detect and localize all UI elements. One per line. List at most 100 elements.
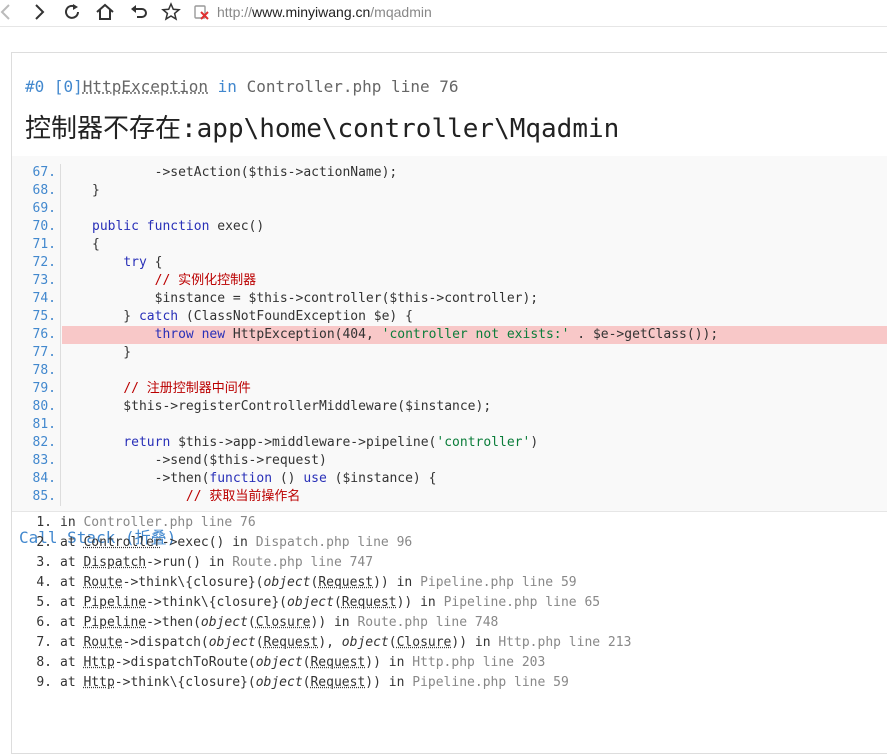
code-text: ->setAction($this->actionName); <box>62 164 887 182</box>
browser-toolbar: http://www.minyiwang.cn/mqadmin <box>0 0 887 27</box>
exception-type[interactable]: HttpException <box>83 77 208 96</box>
back-icon[interactable] <box>0 2 16 22</box>
call-stack-item: 2. at Controller->exec() in Dispatch.php … <box>20 533 631 553</box>
url-path: /mqadmin <box>370 4 431 20</box>
stack-class-name[interactable]: Closure <box>397 635 452 650</box>
code-text: try { <box>62 254 887 272</box>
code-line: 67. ->setAction($this->actionName); <box>12 164 887 182</box>
line-number: 85. <box>12 488 56 506</box>
stack-fragment: at <box>60 555 83 570</box>
stack-class-name[interactable]: Pipeline <box>83 595 146 610</box>
reload-icon[interactable] <box>62 2 82 22</box>
stack-class-name[interactable]: Request <box>264 635 319 650</box>
stack-class-name[interactable]: Dispatch <box>83 555 146 570</box>
line-number: 80. <box>12 398 56 416</box>
line-number: 81. <box>12 416 56 434</box>
code-text <box>62 416 887 434</box>
code-line: 73. // 实例化控制器 <box>12 272 887 290</box>
code-keyword: catch <box>139 309 178 324</box>
stack-fragment: )) in <box>365 675 412 690</box>
call-stack-number: 2. <box>20 533 52 553</box>
undo-icon[interactable] <box>129 2 149 22</box>
stack-file-location: Route.php line 747 <box>232 555 373 570</box>
stack-fragment: at <box>60 675 83 690</box>
security-warning-icon[interactable] <box>193 4 209 20</box>
call-stack-text: at Http->think\{closure}(object(Request)… <box>60 675 569 690</box>
code-text: // 实例化控制器 <box>62 272 887 290</box>
stack-class-name[interactable]: Pipeline <box>83 615 146 630</box>
code-line: 79. // 注册控制器中间件 <box>12 380 887 398</box>
stack-class-name[interactable]: Request <box>342 595 397 610</box>
call-stack-number: 9. <box>20 673 52 693</box>
call-stack-number: 8. <box>20 653 52 673</box>
line-number: 71. <box>12 236 56 254</box>
code-text <box>62 362 887 380</box>
call-stack-text: at Pipeline->think\{closure}(object(Requ… <box>60 595 600 610</box>
call-stack-number: 6. <box>20 613 52 633</box>
stack-file-location: Http.php line 213 <box>498 635 631 650</box>
code-line: 82. return $this->app->middleware->pipel… <box>12 434 887 452</box>
stack-fragment: )) in <box>365 655 412 670</box>
stack-arg-type: object <box>201 615 248 630</box>
code-keyword: new <box>202 327 225 342</box>
stack-class-name[interactable]: Http <box>83 655 114 670</box>
stack-class-name[interactable]: Route <box>83 635 122 650</box>
exception-file: Controller.php <box>247 77 382 96</box>
stack-file-location: Pipeline.php line 59 <box>420 575 577 590</box>
code-text: public function exec() <box>62 218 887 236</box>
stack-class-name[interactable]: Request <box>310 675 365 690</box>
stack-file-location: Dispatch.php line 96 <box>256 535 413 550</box>
stack-class-name[interactable]: Closure <box>256 615 311 630</box>
code-text: } catch (ClassNotFoundException $e) { <box>62 308 887 326</box>
code-text: throw new HttpException(404, 'controller… <box>62 326 887 344</box>
stack-fragment: ->think\{closure}( <box>146 595 287 610</box>
stack-fragment: ->think\{closure}( <box>115 675 256 690</box>
code-lines: 67. ->setAction($this->actionName); 68.} 6… <box>12 164 887 506</box>
code-comment: // 实例化控制器 <box>155 273 256 288</box>
address-bar[interactable]: http://www.minyiwang.cn/mqadmin <box>217 3 432 21</box>
call-stack-text: at Http->dispatchToRoute(object(Request)… <box>60 655 545 670</box>
stack-fragment: at <box>60 575 83 590</box>
call-stack-item: 4. at Route->think\{closure}(object(Reque… <box>20 573 631 593</box>
stack-class-name[interactable]: Request <box>318 575 373 590</box>
url-host: www.minyiwang.cn <box>252 4 370 20</box>
exception-header: #0 [0]HttpException in Controller.php li… <box>12 53 887 157</box>
stack-fragment: ->think\{closure}( <box>123 575 264 590</box>
line-number: 83. <box>12 452 56 470</box>
code-string: 'controller not exists:' <box>382 327 570 342</box>
forward-icon[interactable] <box>29 2 49 22</box>
home-icon[interactable] <box>95 2 115 22</box>
stack-class-name[interactable]: Http <box>83 675 114 690</box>
stack-file-location: Pipeline.php line 65 <box>444 595 601 610</box>
stack-fragment: at <box>60 635 83 650</box>
exception-in: in <box>208 77 247 96</box>
stack-arg-type: object <box>256 655 303 670</box>
stack-class-name[interactable]: Route <box>83 575 122 590</box>
stack-class-name[interactable]: Controller <box>83 535 161 550</box>
stack-fragment: ->dispatch( <box>123 635 209 650</box>
code-line: 72. try { <box>12 254 887 272</box>
stack-class-name[interactable]: Request <box>310 655 365 670</box>
exception-line: line 76 <box>381 77 458 96</box>
line-number: 68. <box>12 182 56 200</box>
code-line: 68.} <box>12 182 887 200</box>
call-stack-number: 4. <box>20 573 52 593</box>
line-number: 74. <box>12 290 56 308</box>
code-comment: // 获取当前操作名 <box>186 489 300 504</box>
code-text: } <box>62 182 887 200</box>
stack-fragment: ), <box>318 635 341 650</box>
stack-file-location: Http.php line 203 <box>412 655 545 670</box>
call-stack-text: at Route->dispatch(object(Request), obje… <box>60 635 631 650</box>
stack-fragment: at <box>60 535 83 550</box>
stack-fragment: )) in <box>311 615 358 630</box>
line-number: 79. <box>12 380 56 398</box>
stack-arg-type: object <box>342 635 389 650</box>
star-icon[interactable] <box>161 2 181 22</box>
call-stack-text: in Controller.php line 76 <box>60 515 256 530</box>
code-keyword: function <box>209 471 272 486</box>
stack-fragment: ( <box>389 635 397 650</box>
call-stack-item: 6. at Pipeline->then(object(Closure)) in … <box>20 613 631 633</box>
call-stack-item: 1. in Controller.php line 76 <box>20 513 631 533</box>
code-line: 70. public function exec() <box>12 218 887 236</box>
line-number: 82. <box>12 434 56 452</box>
